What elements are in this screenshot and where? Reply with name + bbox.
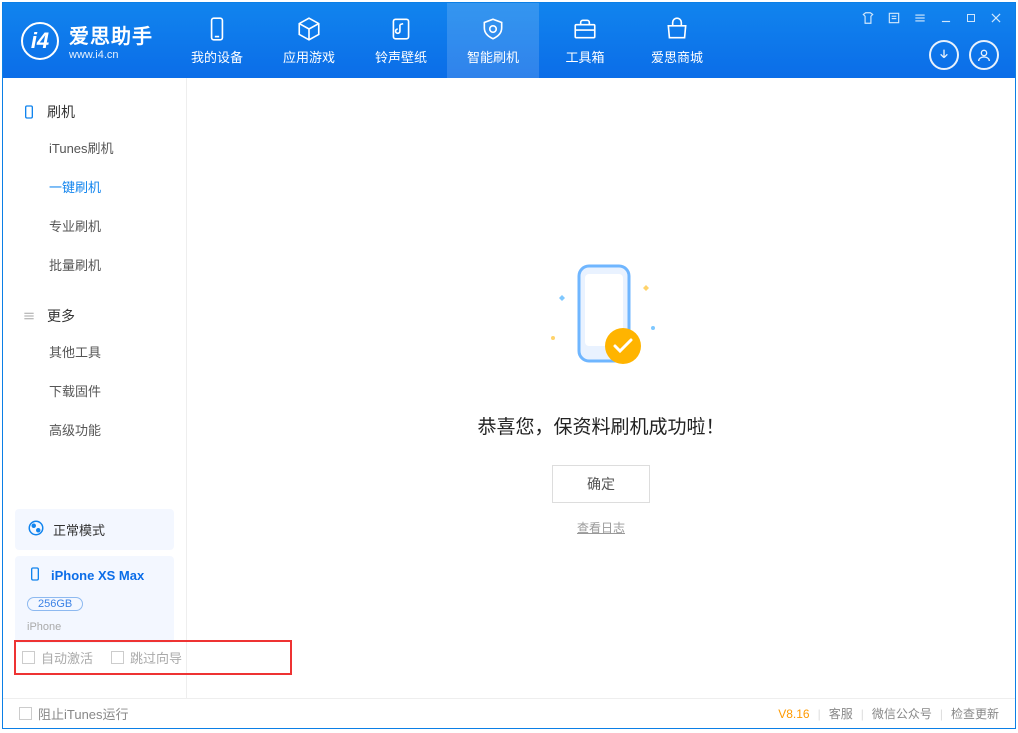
phone-small-icon (27, 566, 43, 585)
device-mode-text: 正常模式 (53, 520, 105, 539)
checkbox-label: 阻止iTunes运行 (38, 704, 129, 723)
sidebar-item-download-firmware[interactable]: 下载固件 (3, 371, 186, 410)
mode-icon (27, 519, 45, 540)
toolbox-icon (571, 15, 599, 43)
update-link[interactable]: 检查更新 (951, 705, 999, 722)
wechat-link[interactable]: 微信公众号 (872, 705, 932, 722)
more-icon (21, 308, 37, 324)
device-storage-badge: 256GB (27, 597, 83, 611)
support-link[interactable]: 客服 (829, 705, 853, 722)
tab-label: 爱思商城 (651, 47, 703, 66)
sidebar-group-more: 更多 (3, 300, 186, 332)
maximize-button[interactable] (965, 12, 977, 24)
success-illustration (531, 258, 671, 388)
tab-toolbox[interactable]: 工具箱 (539, 3, 631, 78)
tab-apps[interactable]: 应用游戏 (263, 3, 355, 78)
checkbox-label: 自动激活 (41, 648, 93, 667)
logo-icon: i4 (21, 22, 59, 60)
sidebar-item-itunes-flash[interactable]: iTunes刷机 (3, 128, 186, 167)
group-title: 更多 (47, 306, 75, 326)
store-icon (663, 15, 691, 43)
shirt-icon[interactable] (861, 11, 875, 25)
sidebar-group-flash: 刷机 (3, 96, 186, 128)
tab-label: 我的设备 (191, 47, 243, 66)
device-icon (203, 15, 231, 43)
checkbox-label: 跳过向导 (130, 648, 182, 667)
logo-area: i4 爱思助手 www.i4.cn (3, 20, 171, 61)
block-itunes-checkbox[interactable]: 阻止iTunes运行 (19, 704, 129, 723)
sidebar-item-batch-flash[interactable]: 批量刷机 (3, 245, 186, 284)
version-text: V8.16 (778, 707, 809, 721)
sidebar-item-pro-flash[interactable]: 专业刷机 (3, 206, 186, 245)
download-button[interactable] (929, 40, 959, 70)
sidebar-item-other-tools[interactable]: 其他工具 (3, 332, 186, 371)
tab-flash[interactable]: 智能刷机 (447, 3, 539, 78)
device-info-card[interactable]: iPhone XS Max 256GB iPhone (15, 556, 174, 643)
sidebar-item-advanced[interactable]: 高级功能 (3, 410, 186, 449)
phone-icon (21, 104, 37, 120)
minimize-button[interactable] (939, 11, 953, 25)
checkbox-icon (19, 707, 32, 720)
success-message: 恭喜您，保资料刷机成功啦！ (187, 412, 1015, 439)
sidebar-item-oneclick-flash[interactable]: 一键刷机 (3, 167, 186, 206)
tab-label: 工具箱 (565, 47, 604, 66)
cube-icon (295, 15, 323, 43)
device-type: iPhone (27, 621, 61, 633)
tab-my-device[interactable]: 我的设备 (171, 3, 263, 78)
device-mode-card[interactable]: 正常模式 (15, 509, 174, 550)
device-name: iPhone XS Max (51, 568, 144, 583)
view-log-link[interactable]: 查看日志 (187, 519, 1015, 536)
ok-button[interactable]: 确定 (552, 465, 650, 503)
footer: 阻止iTunes运行 V8.16 | 客服 | 微信公众号 | 检查更新 (3, 698, 1015, 728)
user-button[interactable] (969, 40, 999, 70)
close-button[interactable] (989, 11, 1003, 25)
menu-icon[interactable] (913, 11, 927, 25)
main-content: 恭喜您，保资料刷机成功啦！ 确定 查看日志 (187, 78, 1015, 698)
refresh-shield-icon (479, 15, 507, 43)
skip-guide-checkbox[interactable]: 跳过向导 (111, 648, 182, 667)
sidebar: 刷机 iTunes刷机 一键刷机 专业刷机 批量刷机 更多 其他工具 下载固件 … (3, 78, 187, 698)
music-icon (387, 15, 415, 43)
checkbox-icon (22, 651, 35, 664)
brand-name: 爱思助手 (69, 20, 153, 49)
tab-label: 应用游戏 (283, 47, 335, 66)
brand-site: www.i4.cn (69, 49, 153, 61)
tab-ringtones[interactable]: 铃声壁纸 (355, 3, 447, 78)
checkbox-icon (111, 651, 124, 664)
app-header: i4 爱思助手 www.i4.cn 我的设备 应用游戏 铃声壁纸 智能刷机 (3, 3, 1015, 78)
group-title: 刷机 (47, 102, 75, 122)
checkbox-highlight-box: 自动激活 跳过向导 (14, 640, 292, 675)
tab-label: 铃声壁纸 (375, 47, 427, 66)
list-icon[interactable] (887, 11, 901, 25)
tab-store[interactable]: 爱思商城 (631, 3, 723, 78)
auto-activate-checkbox[interactable]: 自动激活 (22, 648, 93, 667)
tab-label: 智能刷机 (467, 47, 519, 66)
